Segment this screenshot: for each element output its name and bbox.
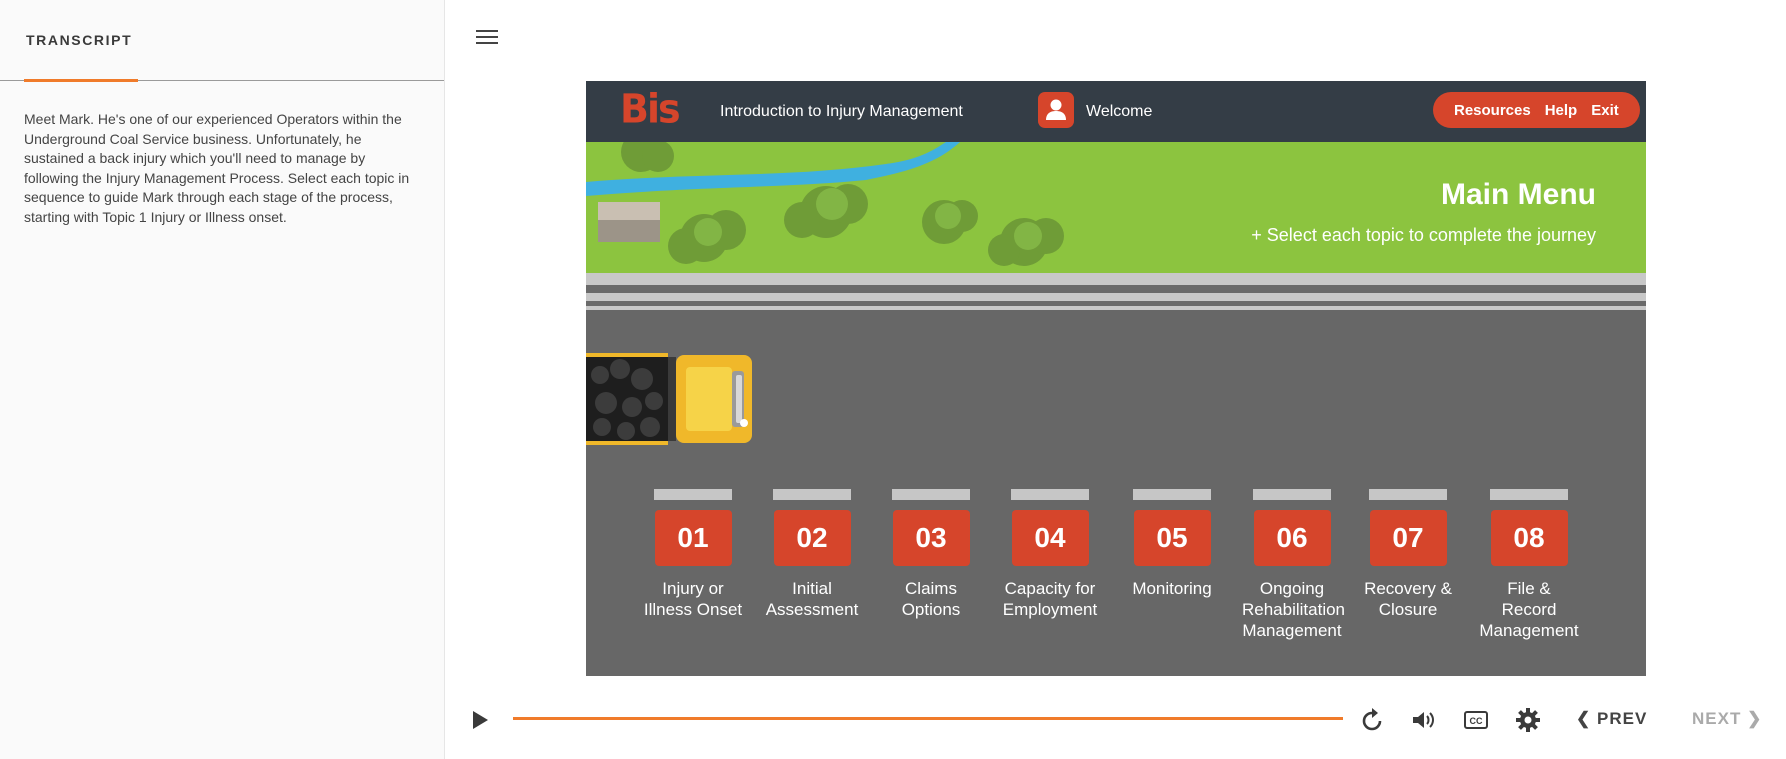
chevron-right-icon: ❯ <box>1747 709 1763 728</box>
user-icon <box>1038 92 1074 128</box>
main-menu-title: Main Menu <box>1441 178 1596 211</box>
app: TRANSCRIPT Meet Mark. He's one of our ex… <box>0 0 1786 759</box>
topic-08-button[interactable]: 08 File & Record Management <box>1479 489 1579 641</box>
topic-05-button[interactable]: 05 Monitoring <box>1122 489 1222 599</box>
topic-number: 07 <box>1369 510 1447 566</box>
svg-text:CC: CC <box>1470 716 1483 726</box>
resources-button[interactable]: Resources <box>1454 102 1531 119</box>
bis-logo: Bis <box>620 85 681 133</box>
exit-button[interactable]: Exit <box>1591 102 1619 119</box>
header-actions: Resources Help Exit <box>1433 92 1640 128</box>
landscape-banner: Main Menu + Select each topic to complet… <box>586 142 1646 273</box>
topic-number: 02 <box>773 510 851 566</box>
topic-label: Claims Options <box>901 579 961 619</box>
gear-icon[interactable] <box>1514 706 1542 734</box>
transcript-text: Meet Mark. He's one of our experienced O… <box>24 111 410 225</box>
topic-number: 05 <box>1133 510 1211 566</box>
topic-number: 01 <box>654 510 732 566</box>
next-label: NEXT <box>1692 709 1742 728</box>
welcome-text: Welcome <box>1086 103 1153 120</box>
volume-icon[interactable] <box>1409 706 1437 734</box>
topic-06-button[interactable]: 06 Ongoing Rehabilitation Management <box>1242 489 1346 641</box>
course-slide: Bis Introduction to Injury Management We… <box>586 81 1646 676</box>
topic-number: 08 <box>1490 510 1568 566</box>
topic-label: File & Record Management <box>1479 579 1579 640</box>
prev-label: PREV <box>1596 709 1648 728</box>
topic-label: Ongoing Rehabilitation Management <box>1242 579 1346 640</box>
active-tab-indicator <box>24 79 138 82</box>
topic-label: Injury or Illness Onset <box>643 579 743 619</box>
closed-captions-icon[interactable]: CC <box>1462 706 1490 734</box>
topic-02-button[interactable]: 02 Initial Assessment <box>762 489 862 620</box>
help-button[interactable]: Help <box>1545 102 1578 119</box>
topic-label: Monitoring <box>1132 579 1212 598</box>
main-menu-subtitle: + Select each topic to complete the jour… <box>1251 225 1596 245</box>
topic-07-button[interactable]: 07 Recovery & Closure <box>1358 489 1458 620</box>
topic-label: Capacity for Employment <box>1002 579 1098 619</box>
topic-number: 04 <box>1011 510 1089 566</box>
next-button[interactable]: NEXT ❯ <box>1692 709 1762 729</box>
replay-icon[interactable] <box>1358 706 1386 734</box>
topic-label: Initial Assessment <box>765 579 859 619</box>
topic-04-button[interactable]: 04 Capacity for Employment <box>1000 489 1100 620</box>
chevron-left-icon: ❮ <box>1576 709 1592 728</box>
transcript-sidebar: TRANSCRIPT Meet Mark. He's one of our ex… <box>0 0 445 759</box>
truck-icon <box>586 353 752 445</box>
topic-01-button[interactable]: 01 Injury or Illness Onset <box>643 489 743 620</box>
road-barrier <box>586 273 1646 285</box>
topic-label: Recovery & Closure <box>1364 579 1452 619</box>
progress-bar[interactable] <box>513 717 1343 720</box>
topic-number: 03 <box>892 510 970 566</box>
play-icon[interactable] <box>468 708 492 732</box>
prev-button[interactable]: ❮ PREV <box>1576 709 1647 729</box>
sidebar-header: TRANSCRIPT <box>0 0 444 82</box>
course-title: Introduction to Injury Management <box>720 103 963 120</box>
player-controls: CC ❮ PREV NEXT ❯ <box>446 690 1786 750</box>
transcript-tab[interactable]: TRANSCRIPT <box>26 32 132 48</box>
topic-number: 06 <box>1253 510 1331 566</box>
main-area: Bis Introduction to Injury Management We… <box>446 0 1786 759</box>
menu-icon[interactable] <box>476 30 498 50</box>
course-header: Bis Introduction to Injury Management We… <box>586 81 1646 142</box>
topic-03-button[interactable]: 03 Claims Options <box>881 489 981 620</box>
